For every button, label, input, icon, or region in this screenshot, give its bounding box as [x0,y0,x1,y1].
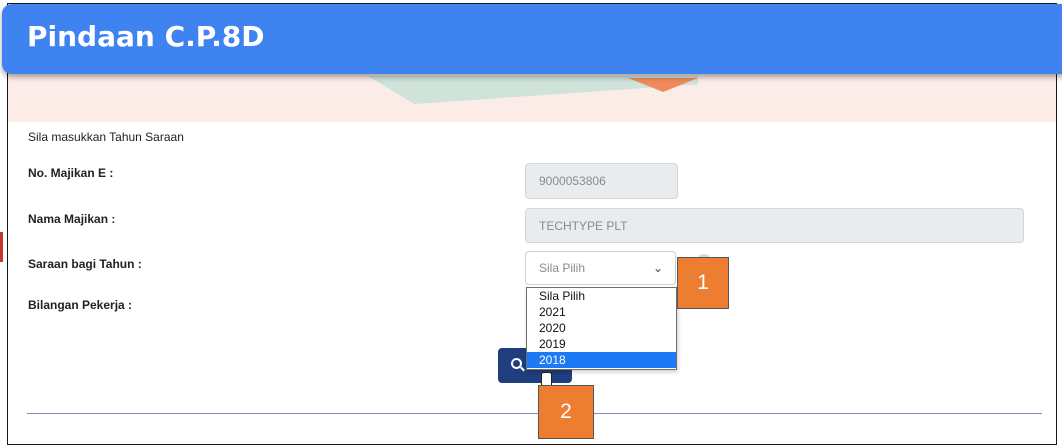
left-edge-mark [0,232,3,262]
chevron-down-icon: ⌄ [652,261,663,275]
section-divider [27,413,1042,414]
year-option[interactable]: 2021 [527,304,676,320]
employer-name-label: Nama Majikan : [28,212,116,226]
year-select[interactable]: Sila Pilih ⌄ [525,251,676,285]
year-option-highlighted[interactable]: 2018 [527,352,676,368]
year-label: Saraan bagi Tahun : [28,257,142,271]
year-option[interactable]: Sila Pilih [527,288,676,304]
year-option[interactable]: 2020 [527,320,676,336]
callout-step-1: 1 [677,257,729,309]
search-icon [511,358,522,369]
year-dropdown-list: Sila Pilih 2021 2020 2019 2018 [526,287,677,370]
year-select-value: Sila Pilih [539,261,586,275]
form-intro: Sila masukkan Tahun Saraan [28,130,184,144]
page-header: Pindaan C.P.8D [2,4,1062,74]
page-title: Pindaan C.P.8D [27,20,265,53]
callout-step-2: 2 [538,385,594,439]
employer-name-field[interactable]: TECHTYPE PLT [525,208,1024,243]
workers-label: Bilangan Pekerja : [28,298,133,312]
employer-no-field[interactable]: 9000053806 [525,163,678,199]
year-option[interactable]: 2019 [527,336,676,352]
employer-no-label: No. Majikan E : [28,166,114,180]
